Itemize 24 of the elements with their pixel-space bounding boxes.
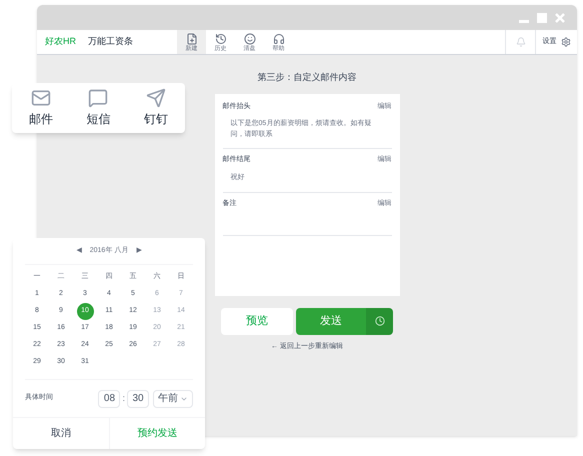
product-name: 万能工资条 <box>88 35 133 48</box>
channel-button[interactable]: 邮件 <box>28 88 53 128</box>
step-title: 第三步：自定义邮件内容 <box>258 71 356 84</box>
minimize-icon <box>519 20 529 23</box>
close-icon <box>555 12 565 22</box>
mail-icon <box>30 88 51 108</box>
channel-button[interactable]: 短信 <box>86 88 110 128</box>
headset-icon <box>272 32 284 44</box>
paper-plane-icon <box>146 88 166 108</box>
hour-field[interactable]: 08 <box>98 390 120 408</box>
gear-icon <box>560 37 570 47</box>
channel-button[interactable]: 钉钉 <box>144 88 168 128</box>
cancel-button[interactable]: 取消 <box>13 418 110 449</box>
time-separator: : <box>122 392 125 405</box>
minute-field[interactable]: 30 <box>127 390 149 408</box>
message-icon <box>88 88 108 108</box>
brand-name: 好农HR <box>45 35 76 48</box>
face-icon <box>244 32 256 44</box>
maximize-icon <box>537 12 547 22</box>
new-file-icon <box>186 32 198 44</box>
clock-icon <box>374 316 384 326</box>
history-icon <box>214 32 226 44</box>
period-select[interactable]: 午前 <box>153 390 193 408</box>
schedule-clock-button[interactable] <box>366 308 393 334</box>
